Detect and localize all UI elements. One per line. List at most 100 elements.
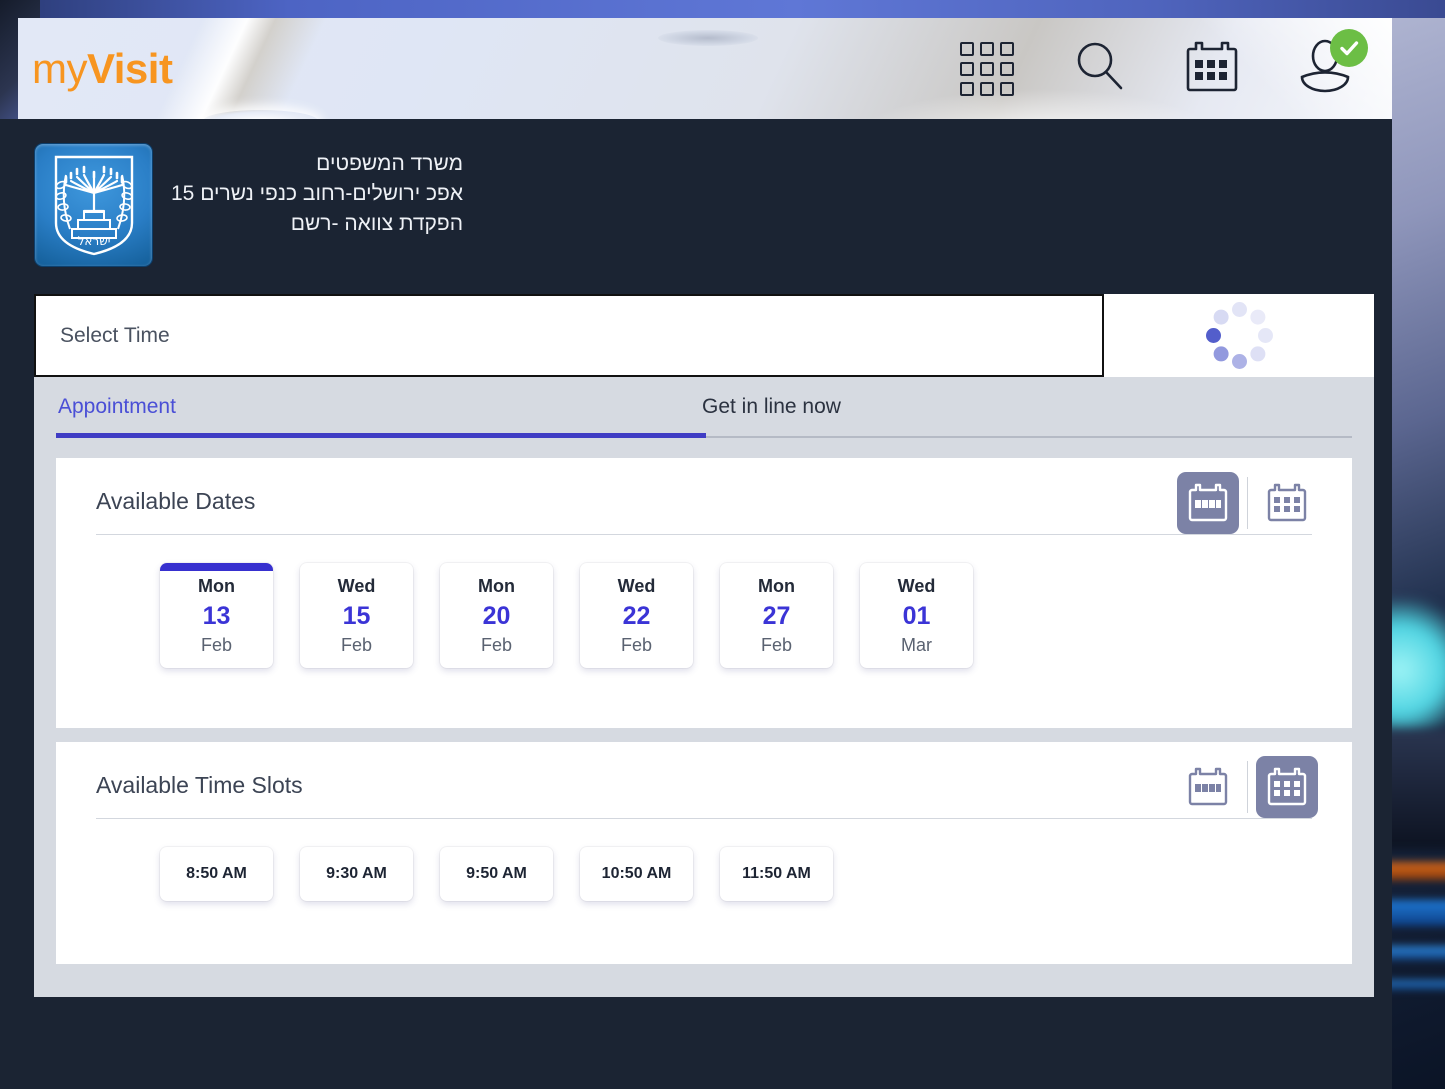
spinner-dot (1205, 328, 1221, 343)
office-info: ישראל משרד המשפטים אפכ ירושלים-רחוב כנפי… (34, 143, 463, 267)
date-card-dow: Mon (198, 575, 235, 596)
date-card-day: 15 (342, 601, 371, 630)
date-card[interactable]: Wed 22 Feb (580, 563, 693, 668)
tab-appointment-label: Appointment (58, 395, 176, 418)
tab-get-in-line-now-label: Get in line now (702, 395, 841, 418)
user-avatar-icon[interactable] (1296, 29, 1368, 100)
select-time-bar: Select Time (34, 294, 1374, 377)
booking-panel: Select Time Appointment Get in line now … (34, 294, 1374, 997)
date-card-day: 13 (202, 601, 231, 630)
week-view-glyph (1188, 767, 1228, 806)
app-body: ישראל משרד המשפטים אפכ ירושלים-רחוב כנפי… (0, 119, 1392, 1089)
grid-cell (1000, 61, 1014, 76)
date-card-month: Feb (480, 634, 513, 655)
office-name: משרד המשפטים (316, 152, 464, 175)
week-view-glyph (1188, 483, 1228, 522)
date-card-dow: Wed (897, 575, 936, 596)
date-card-month: Feb (620, 634, 653, 655)
select-time-label: Select Time (60, 323, 170, 347)
search-icon[interactable] (1072, 38, 1128, 99)
date-card[interactable]: Mon 27 Feb (720, 563, 833, 668)
available-dates-section: Available Dates Mon 13 Feb Wed 15 Feb Mo… (56, 458, 1352, 728)
grid-cell (980, 81, 994, 96)
spinner-dot (1210, 306, 1232, 328)
week-view-icon[interactable] (1177, 756, 1239, 818)
grid-cell (960, 41, 974, 56)
grid-cell (960, 61, 974, 76)
calendar-icon[interactable] (1186, 38, 1238, 99)
slots-view-toggle (1177, 756, 1318, 818)
apps-grid-icon[interactable] (960, 41, 1014, 96)
booking-tabs: Appointment Get in line now (34, 377, 1374, 451)
office-text-block: משרד המשפטים אפכ ירושלים-רחוב כנפי נשרים… (171, 143, 463, 238)
date-card-month: Feb (200, 634, 233, 655)
apps-grid-glyph (960, 41, 1014, 96)
available-dates-title: Available Dates (96, 488, 256, 514)
loading-spinner-icon (1202, 299, 1276, 373)
view-toggle-divider (1247, 761, 1248, 813)
date-card-dow: Mon (758, 575, 795, 596)
date-card-dow: Mon (478, 575, 515, 596)
verified-check-badge (1330, 29, 1368, 67)
week-view-icon[interactable] (1177, 472, 1239, 534)
app-header: myVisit (18, 18, 1392, 119)
office-address: אפכ ירושלים-רחוב כנפי נשרים 15 (171, 181, 464, 205)
logo-suffix: Visit (87, 45, 173, 92)
header-ceiling-light-2 (658, 30, 758, 46)
spinner-dot (1246, 306, 1268, 328)
date-card-dow: Wed (617, 575, 656, 596)
available-time-slots-section: Available Time Slots 8:50 AM 9:30 AM 9:5… (56, 742, 1352, 964)
date-card-day: 27 (762, 601, 791, 630)
grid-cell (1000, 81, 1014, 96)
spinner-dot (1210, 343, 1232, 365)
israel-state-emblem-icon: ישראל (34, 143, 153, 267)
emblem-country-text: ישראל (77, 234, 110, 248)
brand-logo[interactable]: myVisit (32, 45, 173, 92)
date-card-day: 22 (622, 601, 651, 630)
available-time-slots-title: Available Time Slots (96, 772, 303, 798)
calendar-glyph (1186, 41, 1238, 92)
month-grid-view-glyph (1267, 483, 1307, 522)
available-time-slots-list: 8:50 AM 9:30 AM 9:50 AM 10:50 AM 11:50 A… (160, 847, 833, 901)
select-time-field[interactable]: Select Time (34, 294, 1104, 377)
dates-view-toggle (1177, 472, 1318, 534)
grid-cell (1000, 41, 1014, 56)
section-divider (96, 818, 1312, 819)
date-card-day: 20 (482, 601, 511, 630)
emblem-glyph: ישראל (54, 155, 133, 256)
check-icon (1340, 41, 1359, 56)
date-card[interactable]: Wed 15 Feb (300, 563, 413, 668)
office-service: הפקדת צוואה -רשם (290, 211, 464, 235)
spinner-dot (1246, 343, 1268, 365)
time-slot-card[interactable]: 11:50 AM (720, 847, 833, 901)
tab-active-indicator (56, 433, 706, 438)
section-divider (96, 534, 1312, 535)
logo-prefix: my (32, 45, 88, 92)
loading-spinner-cell (1104, 294, 1374, 377)
date-card-selected-bar (160, 563, 273, 571)
time-slot-card[interactable]: 9:50 AM (440, 847, 553, 901)
tab-appointment[interactable]: Appointment (58, 395, 176, 419)
date-card-month: Mar (901, 634, 932, 655)
time-slot-card[interactable]: 10:50 AM (580, 847, 693, 901)
app-window: myVisit ישראל משרד המשפטים אפכ ירושלים-ר… (0, 0, 1392, 1089)
month-grid-view-icon[interactable] (1256, 472, 1318, 534)
date-card-dow: Wed (337, 575, 376, 596)
time-slot-card[interactable]: 8:50 AM (160, 847, 273, 901)
spinner-dot (1231, 354, 1247, 369)
header-icon-bar (960, 18, 1368, 119)
grid-cell (980, 41, 994, 56)
grid-cell (960, 81, 974, 96)
date-card[interactable]: Mon 13 Feb (160, 563, 273, 668)
date-card-day: 01 (902, 601, 931, 630)
month-grid-view-glyph (1267, 767, 1307, 806)
view-toggle-divider (1247, 477, 1248, 529)
spinner-dot (1257, 328, 1273, 343)
month-grid-view-icon[interactable] (1256, 756, 1318, 818)
search-glyph (1077, 42, 1123, 90)
grid-cell (980, 61, 994, 76)
date-card[interactable]: Mon 20 Feb (440, 563, 553, 668)
date-card[interactable]: Wed 01 Mar (860, 563, 973, 668)
tab-get-in-line-now[interactable]: Get in line now (702, 395, 841, 419)
time-slot-card[interactable]: 9:30 AM (300, 847, 413, 901)
